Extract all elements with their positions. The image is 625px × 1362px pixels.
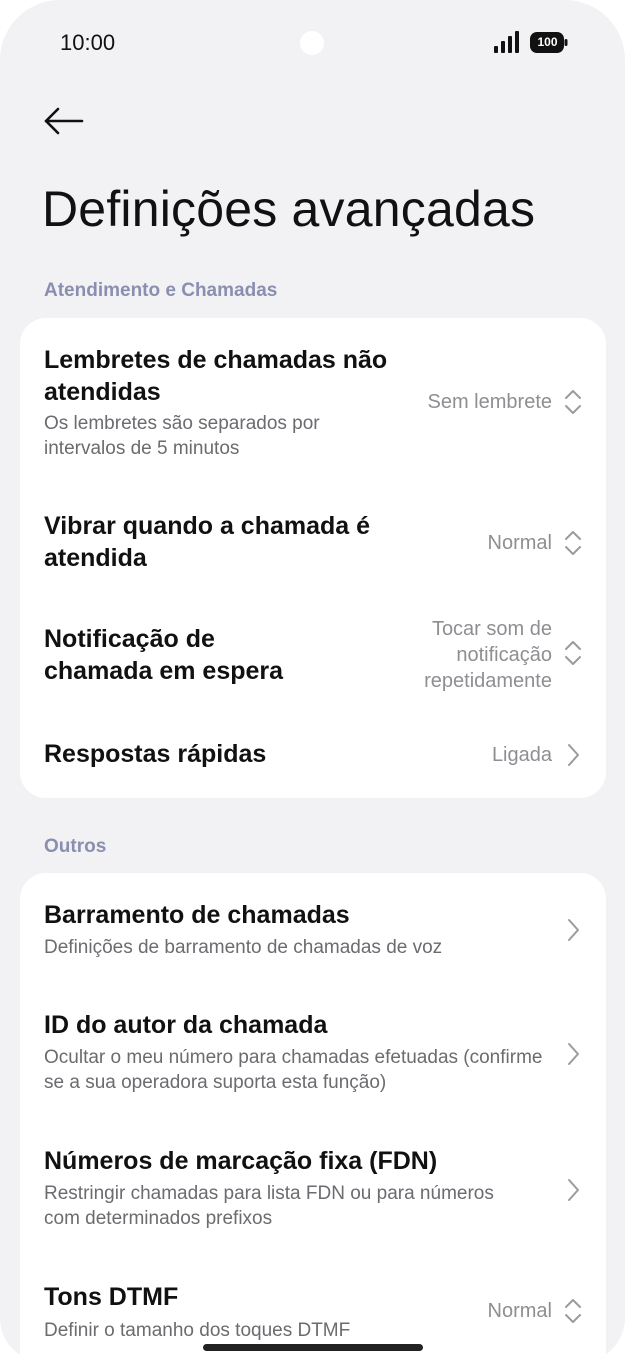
chevron-right-icon: [562, 740, 584, 770]
phone-screen: 10:00 100 Definições avançadas Atendimen…: [0, 0, 625, 1362]
setting-subtitle: Ocultar o meu número para chamadas efetu…: [44, 1047, 543, 1093]
setting-subtitle: Definir o tamanho dos toques DTMF: [44, 1320, 351, 1341]
setting-call-barring[interactable]: Barramento de chamadas Definições de bar…: [20, 897, 606, 967]
setting-title: Números de marcação fixa (FDN): [44, 1147, 438, 1175]
chevron-right-icon: [562, 1039, 584, 1069]
home-indicator[interactable]: [203, 1344, 423, 1351]
camera-cutout: [300, 31, 324, 55]
setting-value: Ligada: [491, 744, 552, 766]
battery-level: 100: [537, 35, 558, 49]
setting-subtitle: Restringir chamadas para lista FDN ou pa…: [44, 1183, 494, 1229]
setting-fixed-dialing-numbers[interactable]: Números de marcação fixa (FDN) Restringi…: [20, 1145, 606, 1237]
page-title: Definições avançadas: [42, 181, 536, 237]
setting-subtitle: Definições de barramento de chamadas de …: [44, 937, 443, 958]
section-header-atendimento: Atendimento e Chamadas: [44, 280, 278, 301]
setting-value: Normal: [487, 1300, 552, 1322]
setting-value: Sem lembrete: [427, 391, 553, 413]
status-time: 10:00: [60, 30, 116, 55]
chevron-up-down-icon: [562, 1296, 584, 1326]
setting-title: Barramento de chamadas: [44, 901, 350, 929]
chevron-up-down-icon: [562, 528, 584, 558]
section-header-outros: Outros: [44, 836, 107, 857]
chevron-right-icon: [562, 915, 584, 945]
setting-title: Respostas rápidas: [44, 740, 267, 768]
back-button[interactable]: [38, 96, 88, 146]
chevron-right-icon: [562, 1175, 584, 1205]
chevron-up-down-icon: [562, 387, 584, 417]
chevron-up-down-icon: [562, 638, 584, 668]
status-bar: 10:00 100: [0, 0, 625, 86]
setting-title: Notificação de chamada em espera: [44, 625, 284, 685]
setting-title: Tons DTMF: [44, 1283, 179, 1311]
setting-caller-id[interactable]: ID do autor da chamada Ocultar o meu núm…: [20, 1007, 606, 1099]
setting-title: ID do autor da chamada: [44, 1011, 328, 1039]
setting-missed-call-reminders[interactable]: Lembretes de chamadas não atendidas Os l…: [20, 340, 606, 470]
setting-dtmf-tones[interactable]: Tons DTMF Definir o tamanho dos toques D…: [20, 1281, 606, 1351]
setting-value: Normal: [487, 532, 552, 554]
setting-value: Tocar som de notificação repetidamente: [424, 618, 552, 692]
arrow-left-icon: [44, 107, 84, 135]
signal-bars-icon: [494, 31, 519, 53]
setting-vibrate-on-answer[interactable]: Vibrar quando a chamada é atendida Norma…: [20, 508, 606, 578]
card-atendimento: Lembretes de chamadas não atendidas Os l…: [20, 318, 606, 798]
setting-call-waiting-notification[interactable]: Notificação de chamada em espera Tocar s…: [20, 614, 606, 696]
setting-title: Vibrar quando a chamada é atendida: [44, 512, 371, 572]
setting-subtitle: Os lembretes são separados por intervalo…: [44, 413, 320, 459]
setting-quick-responses[interactable]: Respostas rápidas Ligada: [20, 732, 606, 776]
card-outros: Barramento de chamadas Definições de bar…: [20, 873, 606, 1362]
